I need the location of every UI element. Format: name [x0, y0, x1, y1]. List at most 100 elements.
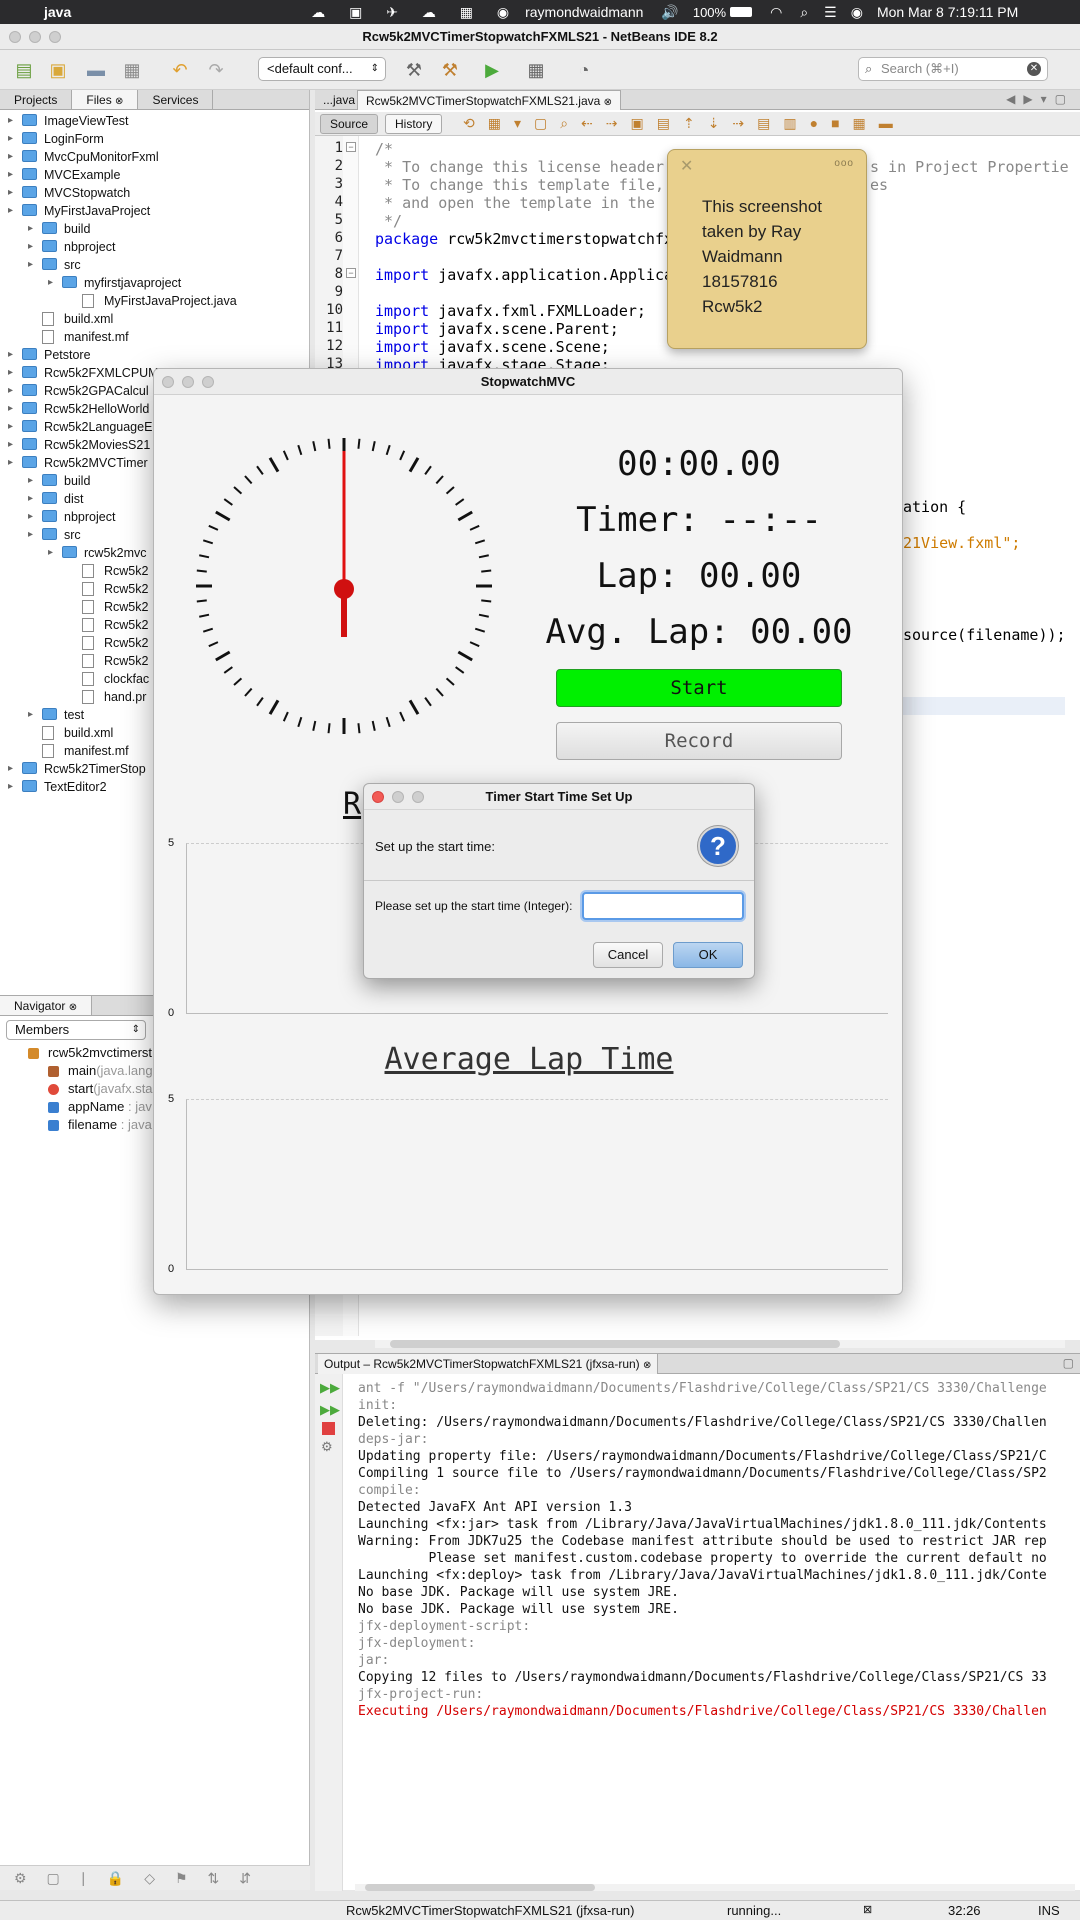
search-icon[interactable]: ⌕ [800, 4, 808, 21]
expand-toggle-icon[interactable]: ▸ [48, 544, 53, 562]
expand-toggle-icon[interactable]: ▸ [8, 112, 13, 130]
expand-toggle-icon[interactable]: ▸ [8, 130, 13, 148]
record-button[interactable]: Record [556, 722, 842, 760]
tree-item[interactable]: ▸ MVCStopwatch [0, 184, 309, 202]
clear-search-icon[interactable]: ✕ [1027, 62, 1041, 76]
minimize-dialog-button[interactable] [392, 791, 404, 803]
close-window-button[interactable] [9, 31, 21, 43]
history-button[interactable]: History [385, 114, 443, 134]
new-file-icon[interactable]: ▤ [12, 58, 36, 82]
rerun-icon[interactable]: ▶▶ [320, 1380, 340, 1396]
control-center-icon[interactable]: ☰ [824, 4, 837, 21]
start-time-input[interactable] [582, 892, 744, 920]
expand-toggle-icon[interactable]: ▸ [8, 760, 13, 778]
tree-item[interactable]: ▸ Petstore [0, 346, 309, 364]
menubar-clock[interactable]: Mon Mar 8 7:19:11 PM [877, 4, 1018, 20]
maximize-icon[interactable]: ▢ [1063, 1356, 1074, 1370]
volume-icon[interactable]: 🔊 [661, 4, 678, 21]
tree-item[interactable]: MyFirstJavaProject.java [0, 292, 309, 310]
menubar-user[interactable]: raymondwaidmann [525, 4, 643, 20]
stop-icon[interactable] [322, 1422, 335, 1435]
tree-item[interactable]: ▸ build [0, 220, 309, 238]
cancel-button[interactable]: Cancel [593, 942, 663, 968]
expand-toggle-icon[interactable]: ▸ [28, 490, 33, 508]
output-tab[interactable]: Output – Rcw5k2MVCTimerStopwatchFXMLS21 … [318, 1354, 659, 1374]
siri-icon[interactable]: ◉ [851, 4, 863, 21]
close-tab-icon[interactable]: ⊗ [643, 1360, 651, 1371]
zoom-window-button[interactable] [202, 376, 214, 388]
sticky-note[interactable]: ✕ ooo This screenshot taken by Ray Waidm… [667, 149, 867, 349]
close-tab-icon[interactable]: ⊗ [69, 1002, 77, 1013]
members-select[interactable]: Members ⇕ [6, 1020, 146, 1040]
minimize-window-button[interactable] [29, 31, 41, 43]
expand-toggle-icon[interactable]: ▸ [8, 382, 13, 400]
run-icon[interactable]: ▶ [480, 58, 504, 82]
expand-toggle-icon[interactable]: ▸ [28, 526, 33, 544]
expand-toggle-icon[interactable]: ▸ [8, 778, 13, 796]
expand-toggle-icon[interactable]: ▸ [28, 256, 33, 274]
expand-toggle-icon[interactable]: ▸ [8, 166, 13, 184]
tree-item[interactable]: ▸ src [0, 256, 309, 274]
tree-item[interactable]: ▸ MyFirstJavaProject [0, 202, 309, 220]
fold-toggle-icon[interactable]: − [346, 268, 356, 278]
fold-toggle-icon[interactable]: − [346, 142, 356, 152]
ok-button[interactable]: OK [673, 942, 743, 968]
source-button[interactable]: Source [320, 114, 379, 134]
tree-item[interactable]: manifest.mf [0, 328, 309, 346]
tab-files[interactable]: Files ⊗ [72, 90, 139, 109]
output-hscrollbar[interactable] [355, 1884, 1075, 1891]
expand-toggle-icon[interactable]: ▸ [8, 400, 13, 418]
expand-toggle-icon[interactable]: ▸ [8, 436, 13, 454]
battery-icon[interactable] [730, 7, 753, 17]
config-select[interactable]: <default conf... ⇕ [258, 57, 386, 81]
tree-item[interactable]: ▸ MvcCpuMonitorFxml [0, 148, 309, 166]
close-window-button[interactable] [162, 376, 174, 388]
tree-item[interactable]: ▸ myfirstjavaproject [0, 274, 309, 292]
more-icon[interactable]: ooo [834, 158, 854, 169]
expand-toggle-icon[interactable]: ▸ [8, 148, 13, 166]
tree-item[interactable]: ▸ LoginForm [0, 130, 309, 148]
tab-nav-arrows[interactable]: ◀▶▾▢ [1006, 92, 1074, 106]
debug-icon[interactable]: ▦ [524, 58, 548, 82]
expand-toggle-icon[interactable]: ▸ [8, 202, 13, 220]
expand-toggle-icon[interactable]: ▸ [48, 274, 53, 292]
tree-item[interactable]: build.xml [0, 310, 309, 328]
expand-toggle-icon[interactable]: ▸ [8, 184, 13, 202]
clean-build-icon[interactable]: ⚒ [438, 58, 462, 82]
zoom-window-button[interactable] [49, 31, 61, 43]
rerun-params-icon[interactable]: ▶▶ [320, 1402, 340, 1418]
expand-toggle-icon[interactable]: ▸ [28, 508, 33, 526]
expand-toggle-icon[interactable]: ▸ [28, 238, 33, 256]
redo-icon[interactable]: ↷ [204, 58, 228, 82]
expand-toggle-icon[interactable]: ▸ [8, 418, 13, 436]
tab-projects[interactable]: Projects [0, 90, 73, 109]
app-menu[interactable]: java [44, 4, 71, 20]
save-all-icon[interactable]: ▦ [120, 58, 144, 82]
zoom-dialog-button[interactable] [412, 791, 424, 803]
tree-item[interactable]: ▸ ImageViewTest [0, 112, 309, 130]
close-icon[interactable]: ✕ [680, 156, 693, 176]
tab-navigator[interactable]: Navigator ⊗ [0, 996, 93, 1015]
expand-toggle-icon[interactable]: ▸ [8, 364, 13, 382]
editor-tab-active[interactable]: Rcw5k2MVCTimerStopwatchFXMLS21.java ⊗ [357, 90, 622, 110]
expand-toggle-icon[interactable]: ▸ [28, 706, 33, 724]
tree-item[interactable]: ▸ nbproject [0, 238, 309, 256]
undo-icon[interactable]: ↶ [168, 58, 192, 82]
cancel-task-icon[interactable]: ⊠ [863, 1903, 872, 1916]
wifi-icon[interactable]: ◠ [770, 4, 782, 21]
settings-icon[interactable]: ⚙ [321, 1439, 336, 1455]
open-project-icon[interactable]: ▬ [84, 58, 108, 82]
editor-hscrollbar[interactable] [375, 1340, 1065, 1348]
tool-icon[interactable]: ⚙▢∣🔒◇⚑⇅⇵ [14, 1870, 271, 1886]
profile-icon[interactable]: ◔ [572, 58, 596, 82]
editor-tool-icons[interactable]: ⟲▦▾▢⌕⇠⇢▣▤⇡⇣⇢▤▥●■▦▬ [463, 115, 906, 132]
close-dialog-button[interactable] [372, 791, 384, 803]
ide-search-input[interactable]: ⌕ Search (⌘+I) ✕ [858, 57, 1048, 81]
editor-tab-other[interactable]: ...java [323, 93, 355, 107]
start-button[interactable]: Start [556, 669, 842, 707]
close-tab-icon[interactable]: ⊗ [115, 96, 123, 107]
tree-item[interactable]: ▸ MVCExample [0, 166, 309, 184]
tab-services[interactable]: Services [138, 90, 214, 109]
minimize-window-button[interactable] [182, 376, 194, 388]
expand-toggle-icon[interactable]: ▸ [28, 220, 33, 238]
